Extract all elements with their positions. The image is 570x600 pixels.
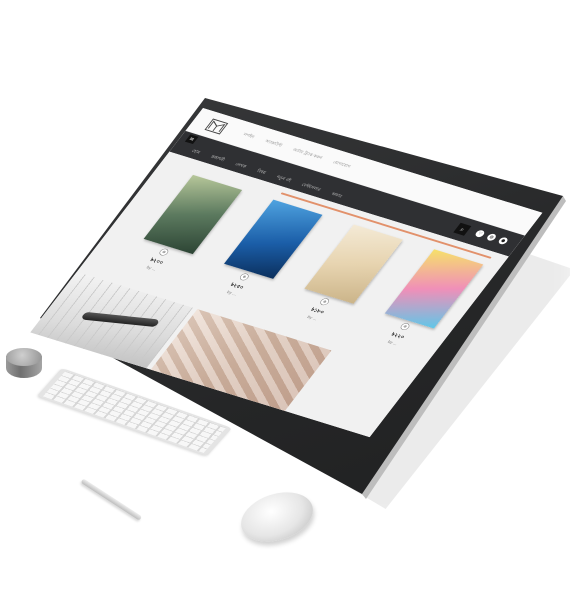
nav-item-subjects[interactable]: বিষয় [255,168,268,176]
nav-item-home[interactable]: হোম [190,148,202,156]
menu-icon[interactable]: ≡ [184,134,199,145]
quick-view-icon[interactable]: ⊕ [238,272,251,282]
book-cover[interactable] [143,174,243,255]
nav-item-offer[interactable]: অফার [329,191,343,200]
nav-item-bestseller[interactable]: বেস্টসেলার [300,181,323,193]
top-link[interactable]: যোগাযোগ [331,159,352,170]
header-icons: ♡ ◍ ● [473,229,510,246]
cover-title [434,255,476,268]
user-icon[interactable]: ● [497,236,510,246]
nav-item-new-books[interactable]: নতুন বই [275,174,293,184]
pen-illustration [80,311,160,328]
cart-icon[interactable]: ◍ [485,232,498,242]
top-link[interactable]: লগইন [241,131,256,140]
quick-view-icon[interactable]: ⊕ [157,247,170,257]
dial-knob [6,348,42,380]
mouse-body [234,483,320,551]
nav-item-publishers[interactable]: প্রকাশনী [209,153,227,163]
heart-icon[interactable]: ♡ [473,229,486,238]
dial-knob-top [6,348,42,366]
top-link[interactable]: অ্যাকাউন্ট [263,138,284,149]
search-icon[interactable]: ⌕ [453,222,472,236]
cover-title [273,206,315,219]
book-cover[interactable] [304,224,403,304]
top-link[interactable]: অর্ডার ট্র্যাক করুন [291,146,324,161]
mouse [234,483,320,551]
cover-title [354,230,396,243]
book-cover[interactable] [224,199,323,279]
cover-title [193,181,235,194]
quick-view-icon[interactable]: ⊕ [318,297,331,307]
book-logo-icon[interactable] [202,115,232,137]
stylus-pen [80,478,143,521]
nav-item-authors[interactable]: লেখক [233,161,248,170]
quick-view-icon[interactable]: ⊕ [399,322,412,331]
